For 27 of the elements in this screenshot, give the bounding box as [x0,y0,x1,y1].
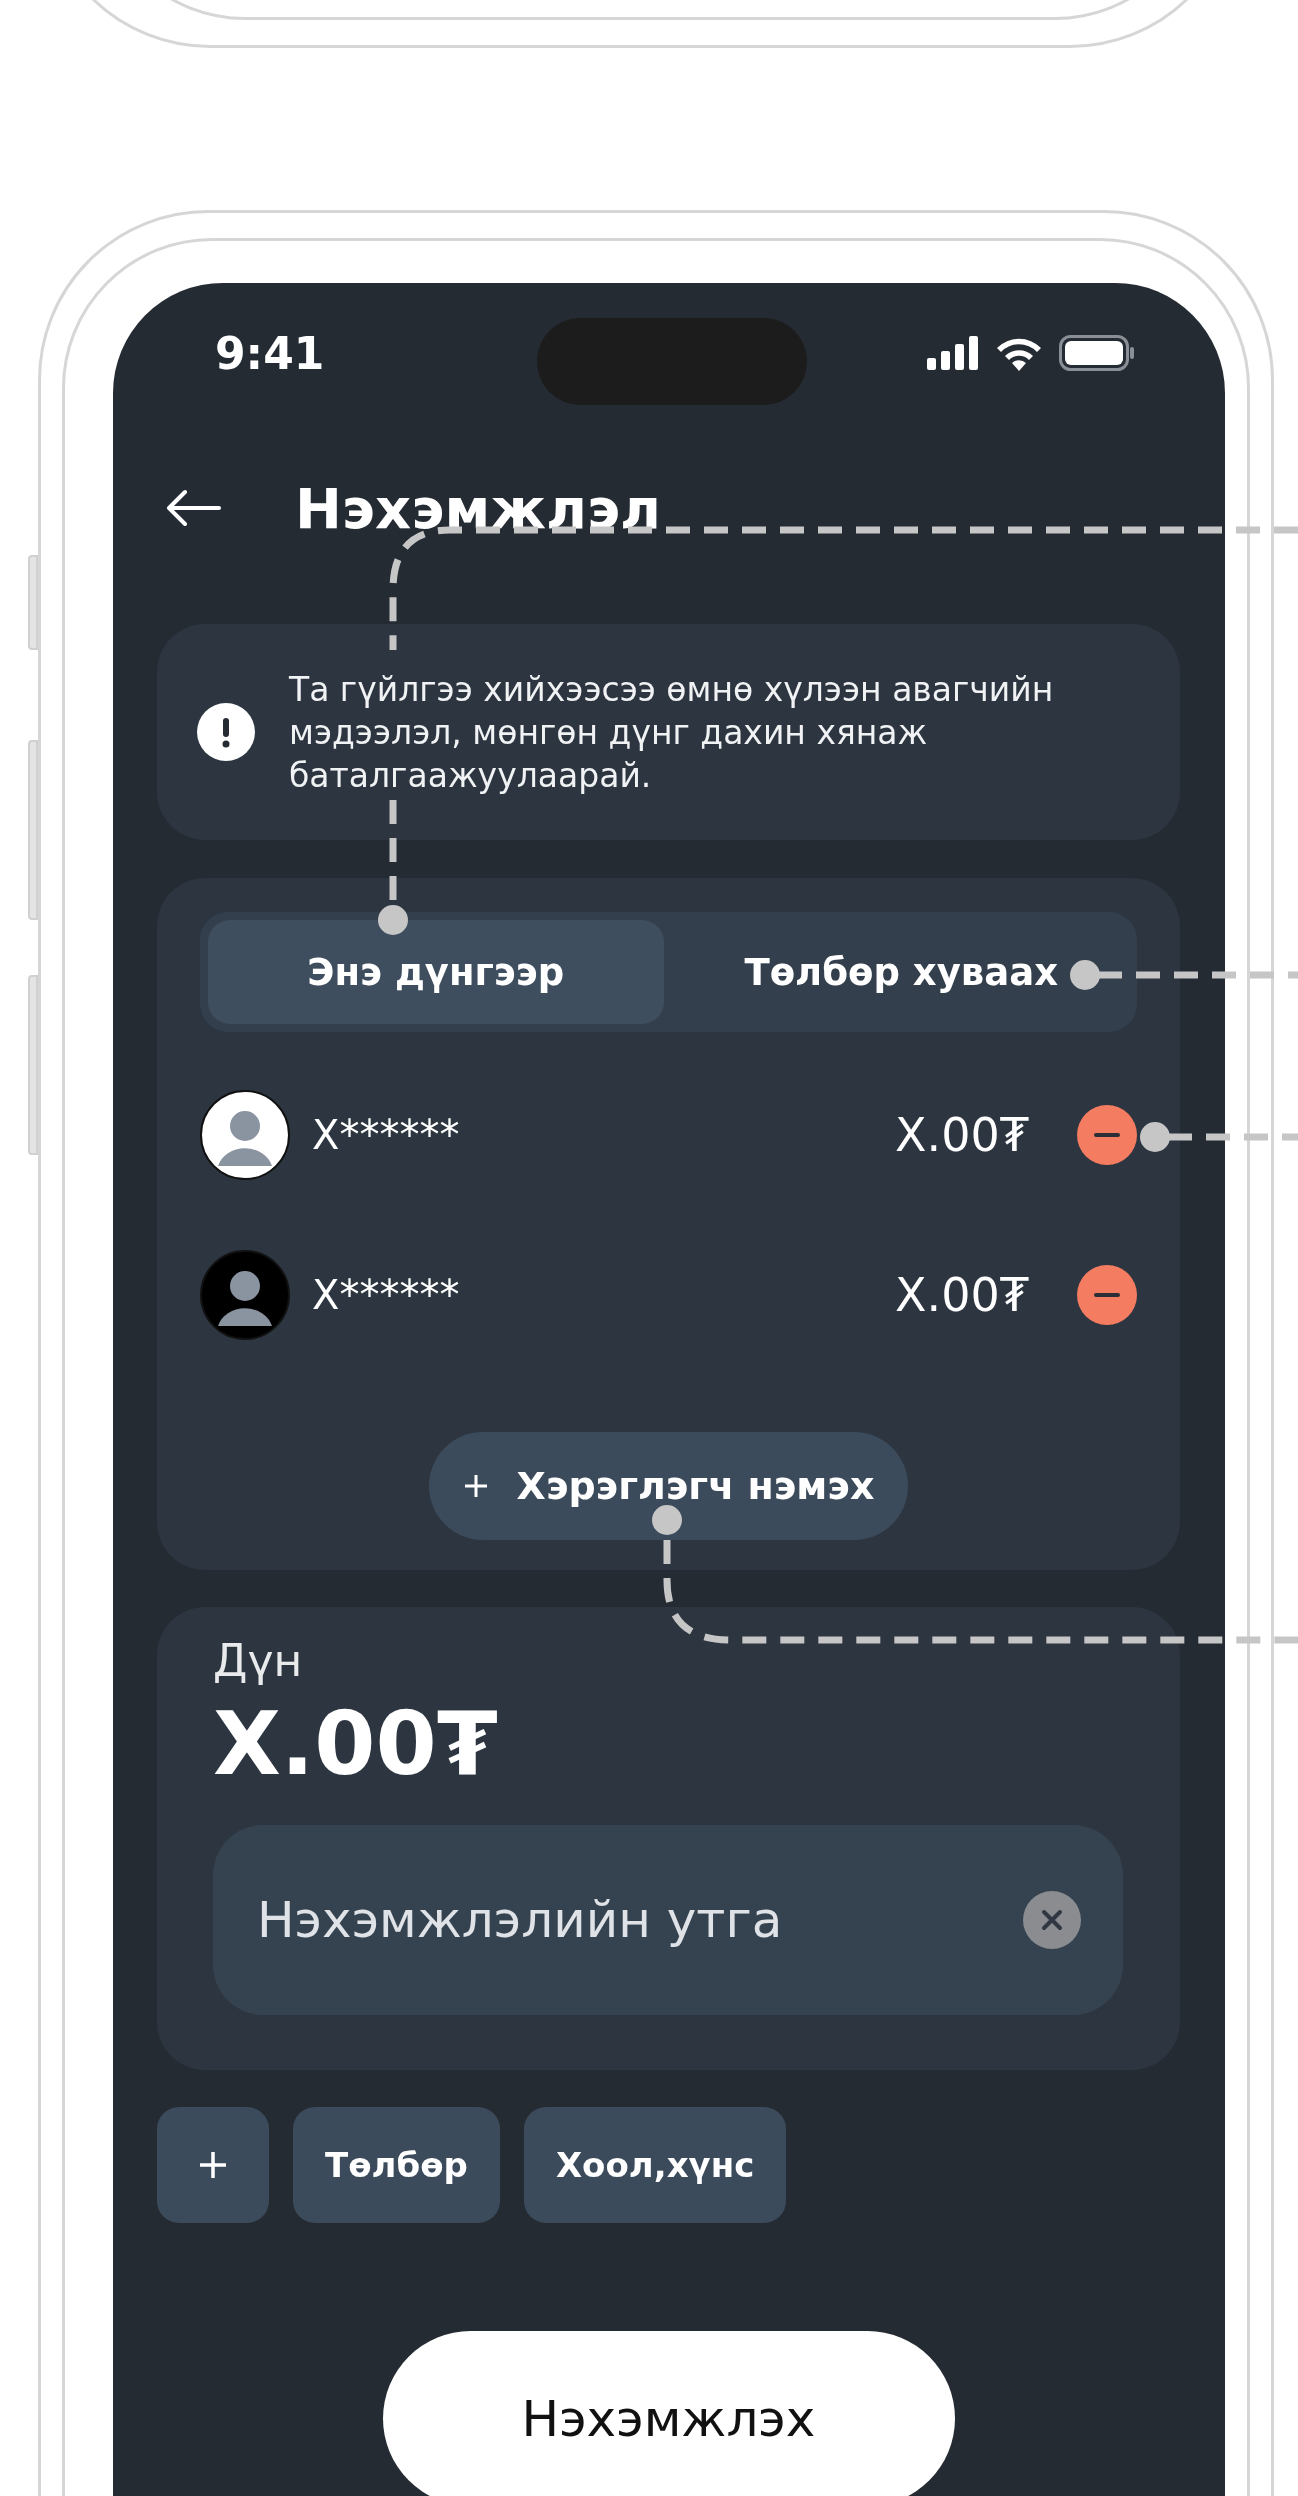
exclamation-icon [197,703,255,761]
recipient-name: X****** [312,1112,460,1158]
signal-icon [927,336,979,370]
page-title: Нэхэмжлэл [295,475,662,541]
plus-icon [462,1473,489,1499]
avatar-icon [200,1250,290,1340]
split-tab[interactable]: Энэ дүнгээр [208,920,664,1024]
notice-text: Та гүйлгээ хийхээсээ өмнө хүлээн авагчийн мэдээлэл, мөнгөн дүнг дахин хянаж баталгаажуулаарай. [289,668,1055,797]
amount-value: X.00₮ [213,1692,499,1795]
recipient-amount: X.00₮ [895,1108,1029,1162]
status-time: 9:41 [215,327,325,379]
remove-icon[interactable] [1077,1105,1137,1165]
back-arrow-icon[interactable] [165,488,221,528]
split-tab[interactable]: Төлбөр хуваах [673,920,1129,1024]
plus-icon [198,2150,228,2180]
tag-chip[interactable]: Төлбөр [293,2107,500,2223]
description-field[interactable]: Нэхэмжлэлийн утга [213,1825,1123,2015]
amount-label: Дүн [213,1635,304,1686]
add-user-button[interactable]: Хэрэглэгч нэмэх [428,1432,909,1540]
submit-button[interactable]: Нэхэмжлэх [382,2331,955,2496]
battery-icon [1059,335,1135,371]
avatar-icon [200,1090,290,1180]
recipient-name: X****** [312,1272,460,1318]
clear-icon[interactable] [1023,1891,1081,1949]
recipient-amount: X.00₮ [895,1268,1029,1322]
remove-icon[interactable] [1077,1265,1137,1325]
tag-chip[interactable]: Хоол,хүнс [523,2107,787,2223]
